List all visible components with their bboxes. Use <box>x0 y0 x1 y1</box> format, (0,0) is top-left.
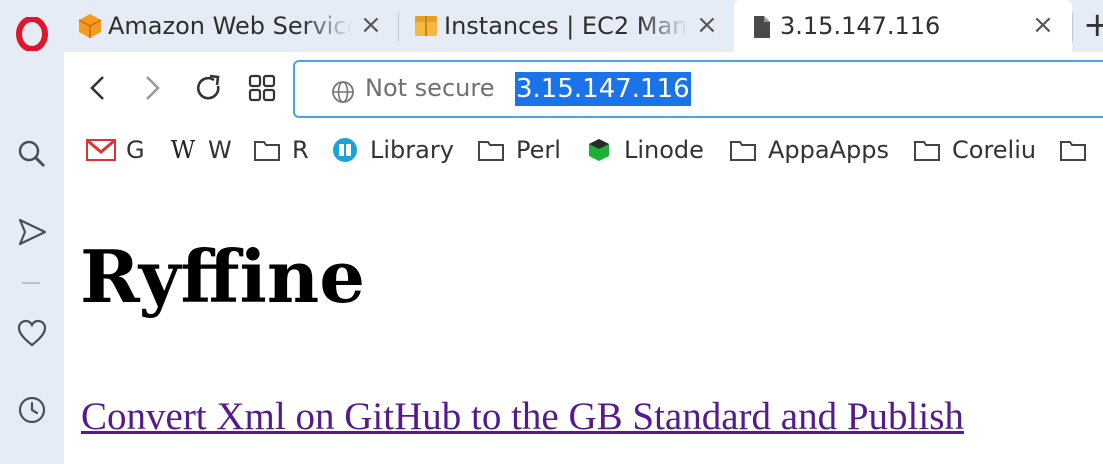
reload-button[interactable] <box>188 68 228 108</box>
tab-separator <box>1072 12 1073 42</box>
linode-icon <box>584 135 614 165</box>
folder-icon <box>912 135 942 165</box>
bookmark-label: W <box>208 136 232 164</box>
forward-button[interactable] <box>132 68 172 108</box>
folder-icon <box>476 135 506 165</box>
sidebar-divider <box>22 282 40 284</box>
library-icon <box>330 135 360 165</box>
aws-cube-icon <box>76 12 104 44</box>
send-icon[interactable] <box>12 212 52 252</box>
bookmark-item[interactable]: AppaApps <box>728 132 889 168</box>
bookmark-item[interactable]: G <box>86 132 145 168</box>
bookmark-item[interactable]: Coreliu <box>912 132 1036 168</box>
heart-icon[interactable] <box>12 313 52 353</box>
folder-icon <box>252 135 282 165</box>
back-button[interactable] <box>78 68 118 108</box>
grid-icon <box>248 74 276 102</box>
bookmark-label: G <box>126 136 145 164</box>
bookmark-item[interactable]: Library <box>330 132 454 168</box>
document-icon <box>752 14 772 44</box>
content-link[interactable]: Convert Xml on GitHub to the GB Standard… <box>81 394 964 441</box>
bookmark-item[interactable]: Perl <box>476 132 561 168</box>
folder-icon <box>728 135 758 165</box>
globe-icon[interactable] <box>331 80 355 108</box>
tab-close-icon[interactable]: × <box>1032 12 1054 38</box>
history-icon[interactable] <box>12 390 52 430</box>
page-heading: Ryffine <box>80 234 366 319</box>
tab-aws[interactable]: Amazon Web Service × <box>72 0 398 52</box>
opera-logo-icon[interactable] <box>12 14 52 54</box>
tab-close-icon[interactable]: × <box>360 12 382 38</box>
bookmark-item[interactable]: W W <box>168 132 232 168</box>
bookmark-label: Library <box>370 136 454 164</box>
bookmark-label: Perl <box>516 136 561 164</box>
tab-title: Amazon Web Service <box>108 12 352 40</box>
tab-title: 3.15.147.116 <box>780 12 941 40</box>
navigation-toolbar: Not secure 3.15.147.116 <box>64 52 1103 128</box>
chevron-left-icon <box>90 76 104 100</box>
search-icon[interactable] <box>12 134 52 174</box>
new-tab-button[interactable]: + <box>1083 8 1103 42</box>
bookmark-label: Coreliu <box>952 136 1037 164</box>
address-bar[interactable]: Not secure 3.15.147.116 <box>293 60 1103 118</box>
bookmark-label: AppaApps <box>768 136 889 164</box>
tab-ec2-instances[interactable]: Instances | EC2 Man × <box>408 0 734 52</box>
bookmark-item[interactable] <box>1058 132 1098 168</box>
folder-icon <box>1058 135 1088 165</box>
security-status[interactable]: Not secure <box>365 74 494 102</box>
wikipedia-icon: W <box>170 136 196 164</box>
speed-dial-button[interactable] <box>242 68 282 108</box>
tab-close-icon[interactable]: × <box>696 12 718 38</box>
bookmark-label: R <box>292 136 309 164</box>
bookmark-label: Linode <box>624 136 704 164</box>
tab-separator <box>398 12 399 42</box>
tab-active-ip[interactable]: 3.15.147.116 × <box>734 0 1072 52</box>
box-icon <box>412 12 440 44</box>
bookmark-item[interactable]: Linode <box>584 132 704 168</box>
url-text[interactable]: 3.15.147.116 <box>515 72 691 106</box>
browser-sidebar <box>0 0 64 464</box>
reload-icon <box>196 74 220 100</box>
gmail-icon <box>86 135 116 165</box>
bookmark-item[interactable]: R <box>252 132 309 168</box>
tab-strip: Amazon Web Service × Instances | EC2 Man… <box>64 0 1103 52</box>
bookmarks-bar: G W W R Library Perl Linode AppaApps Cor… <box>64 128 1103 172</box>
tab-title: Instances | EC2 Man <box>444 12 688 40</box>
chevron-right-icon <box>146 76 160 100</box>
